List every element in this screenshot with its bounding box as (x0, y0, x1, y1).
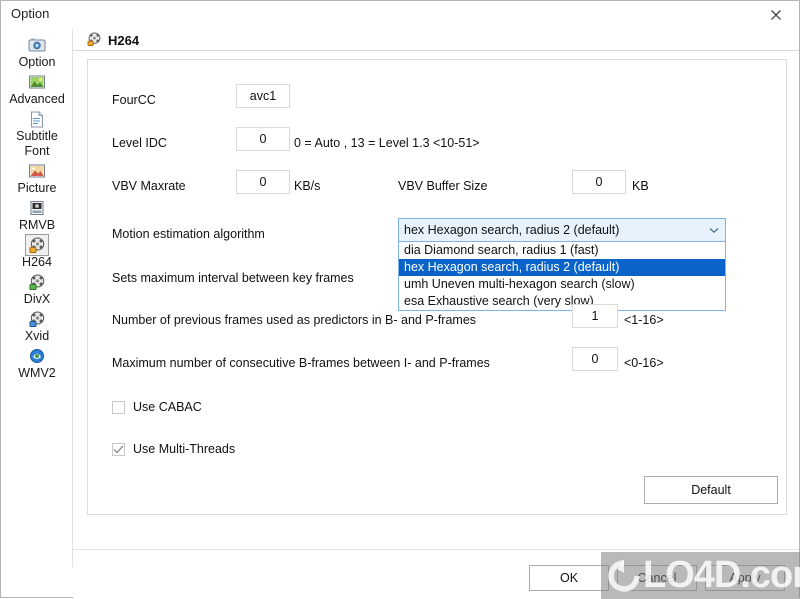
sidebar-item-h264[interactable]: H264 (1, 233, 73, 270)
combobox-selected-value: hex Hexagon search, radius 2 (default) (404, 223, 620, 237)
motion-estimation-combobox[interactable]: hex Hexagon search, radius 2 (default) d… (398, 218, 726, 311)
ok-button[interactable]: OK (529, 565, 609, 591)
vbv-maxrate-unit: KB/s (294, 179, 321, 193)
title-bar: Option (1, 1, 799, 29)
close-button[interactable] (753, 1, 799, 29)
motion-estimation-label: Motion estimation algorithm (112, 227, 265, 241)
bframes-input[interactable]: 0 (572, 347, 618, 371)
film-reel-icon (87, 31, 102, 49)
sidebar-item-label: Subtitle Font (16, 129, 58, 158)
sidebar-item-option[interactable]: Option (1, 33, 73, 70)
wmv2-icon (26, 346, 48, 366)
vbv-maxrate-label: VBV Maxrate (112, 179, 186, 193)
sidebar-item-rmvb[interactable]: RMVB (1, 196, 73, 233)
tab-strip: H264 (73, 29, 799, 51)
cancel-button[interactable]: Cancel (617, 565, 697, 591)
advanced-icon (26, 72, 48, 92)
combobox-option[interactable]: dia Diamond search, radius 1 (fast) (399, 242, 725, 259)
use-multi-threads-label: Use Multi-Threads (133, 442, 236, 456)
sidebar-item-label: RMVB (18, 218, 56, 232)
sidebar-item-subtitle-font[interactable]: Subtitle Font (1, 107, 73, 159)
settings-panel: FourCC avc1 Level IDC 0 0 = Auto , 13 = … (87, 59, 787, 515)
use-cabac-label: Use CABAC (133, 400, 202, 414)
default-button[interactable]: Default (644, 476, 778, 504)
ref-frames-label: Number of previous frames used as predic… (112, 313, 477, 327)
apply-button[interactable]: Apply (705, 565, 785, 591)
combobox-option[interactable]: esa Exhaustive search (very slow) (399, 293, 725, 310)
checkmark-icon (113, 445, 124, 454)
option-icon (26, 35, 48, 55)
vbv-maxrate-input[interactable]: 0 (236, 170, 290, 194)
xvid-icon (26, 309, 48, 329)
sidebar-item-picture[interactable]: Picture (1, 159, 73, 196)
picture-icon (26, 161, 48, 181)
combobox-option[interactable]: umh Uneven multi-hexagon search (slow) (399, 276, 725, 293)
level-idc-label: Level IDC (112, 136, 167, 150)
menu-option-label[interactable]: Option (11, 6, 49, 21)
sidebar-item-label: WMV2 (18, 366, 56, 380)
sidebar-item-label: Advanced (9, 92, 65, 106)
ref-frames-range: <1-16> (624, 313, 664, 327)
vbv-buffer-size-unit: KB (632, 179, 649, 193)
level-idc-hint: 0 = Auto , 13 = Level 1.3 <10-51> (294, 136, 480, 150)
combobox-option[interactable]: hex Hexagon search, radius 2 (default) (399, 259, 725, 276)
rmvb-icon (26, 198, 48, 218)
h264-icon (25, 234, 49, 256)
sidebar-item-divx[interactable]: DivX (1, 270, 73, 307)
divx-icon (26, 272, 48, 292)
key-frame-interval-label: Sets maximum interval between key frames (112, 271, 354, 285)
sidebar: Option Advanced Subtitle Font Picture RM… (1, 29, 73, 567)
bframes-label: Maximum number of consecutive B-frames b… (112, 356, 490, 370)
sidebar-item-label: Picture (17, 181, 57, 195)
subtitle-font-icon (26, 109, 48, 129)
sidebar-item-xvid[interactable]: Xvid (1, 307, 73, 344)
combobox-option-list[interactable]: dia Diamond search, radius 1 (fast) hex … (398, 242, 726, 311)
vbv-buffer-size-label: VBV Buffer Size (398, 179, 488, 193)
combobox-display[interactable]: hex Hexagon search, radius 2 (default) (398, 218, 726, 242)
ref-frames-input[interactable]: 1 (572, 304, 618, 328)
sidebar-item-wmv2[interactable]: WMV2 (1, 344, 73, 381)
sidebar-item-advanced[interactable]: Advanced (1, 70, 73, 107)
chevron-down-icon[interactable] (703, 219, 725, 241)
fourcc-label: FourCC (112, 93, 156, 107)
bframes-range: <0-16> (624, 356, 664, 370)
options-dialog-window: Option Option Advanced Subtitle Font Pic… (0, 0, 800, 599)
checkbox-box[interactable] (112, 400, 125, 414)
checkbox-box[interactable] (112, 442, 125, 456)
fourcc-input[interactable]: avc1 (236, 84, 290, 108)
tab-label: H264 (108, 32, 140, 48)
sidebar-item-label: DivX (23, 292, 51, 306)
level-idc-input[interactable]: 0 (236, 127, 290, 151)
use-cabac-checkbox[interactable]: Use CABAC (112, 400, 202, 414)
use-multi-threads-checkbox[interactable]: Use Multi-Threads (112, 442, 235, 456)
close-icon (770, 9, 782, 21)
vbv-buffer-size-input[interactable]: 0 (572, 170, 626, 194)
sidebar-item-label: H264 (22, 255, 52, 269)
tab-h264[interactable]: H264 (81, 29, 145, 51)
sidebar-item-label: Option (18, 55, 56, 69)
sidebar-item-label: Xvid (24, 329, 50, 343)
